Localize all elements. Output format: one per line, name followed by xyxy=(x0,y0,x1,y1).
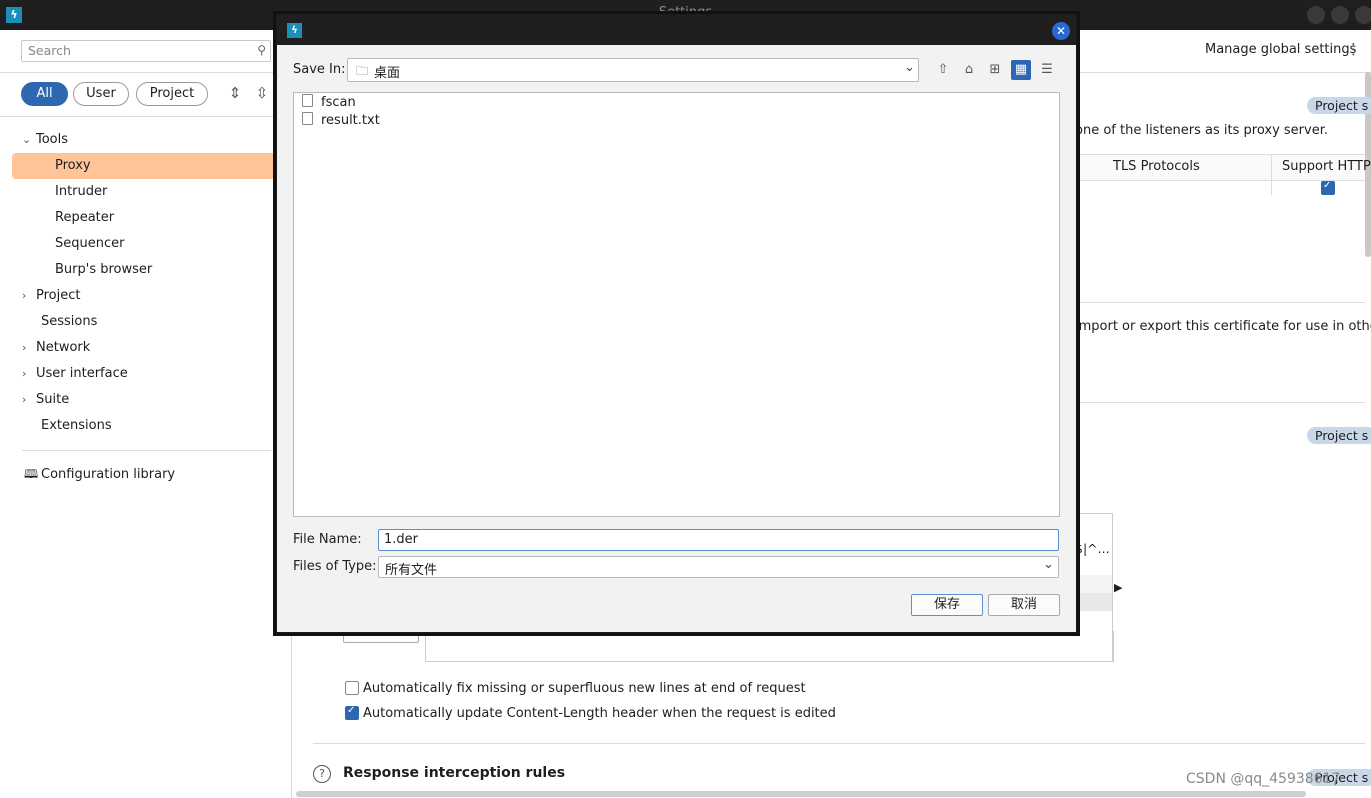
http2-checkbox[interactable] xyxy=(1321,180,1335,195)
chevron-right-icon: › xyxy=(22,289,27,302)
update-content-length-label: Automatically update Content-Length head… xyxy=(363,706,836,721)
manage-global-settings-link[interactable]: Manage global settings xyxy=(1205,42,1356,57)
divider xyxy=(0,116,291,117)
close-icon[interactable]: ✕ xyxy=(1052,22,1070,40)
search-field[interactable]: Search ⚲ xyxy=(21,40,271,62)
chevron-down-icon: ⌄ xyxy=(22,133,32,146)
tree-item-repeater[interactable]: Repeater xyxy=(55,205,114,231)
certificate-description: import or export this certificate for us… xyxy=(1075,319,1371,334)
tree-item-network[interactable]: › Network xyxy=(22,335,90,361)
maximize-button[interactable] xyxy=(1331,6,1349,24)
filter-user-button[interactable]: User xyxy=(73,82,129,106)
chevron-down-icon: ⌄ xyxy=(904,60,915,75)
tree-item-project[interactable]: › Project xyxy=(22,283,80,309)
close-window-button[interactable] xyxy=(1355,6,1371,24)
tree-item-intruder[interactable]: Intruder xyxy=(55,179,107,205)
filter-all-button[interactable]: All xyxy=(21,82,68,106)
folder-icon: 🗀 xyxy=(356,64,369,78)
project-setting-badge: Project s xyxy=(1307,97,1371,114)
file-list[interactable]: fscan result.txt xyxy=(293,92,1060,517)
divider xyxy=(313,743,1365,744)
tree-item-burp-browser[interactable]: Burp's browser xyxy=(55,257,152,283)
cancel-button[interactable]: 取消 xyxy=(988,594,1060,616)
file-type-value: 所有文件 xyxy=(385,563,438,578)
tooltip-arrow-icon: ▶ xyxy=(1114,581,1123,594)
collapse-all-icon[interactable]: ⇳ xyxy=(254,84,270,102)
help-icon[interactable]: ? xyxy=(313,765,331,783)
file-item[interactable]: result.txt xyxy=(302,112,380,130)
tree-item-user-interface[interactable]: › User interface xyxy=(22,361,128,387)
chevron-right-icon: › xyxy=(22,341,27,354)
book-icon: 🕮 xyxy=(24,467,39,481)
tree-item-tools[interactable]: ⌄ Tools xyxy=(22,127,68,153)
divider xyxy=(22,450,271,451)
chevron-down-icon: ⌄ xyxy=(1043,557,1054,572)
horizontal-scrollbar[interactable] xyxy=(296,791,1306,797)
file-type-select[interactable]: 所有文件 ⌄ xyxy=(378,556,1059,578)
search-icon: ⚲ xyxy=(257,43,266,57)
details-view-icon[interactable]: ☰ xyxy=(1037,60,1057,80)
save-in-label: Save In: xyxy=(293,62,346,77)
dialog-titlebar: ϟ ✕ xyxy=(277,15,1076,45)
column-support-http2[interactable]: Support HTTP/ xyxy=(1282,159,1371,174)
rule-match-cell: $|^... xyxy=(1075,541,1110,556)
column-divider xyxy=(1271,155,1272,195)
minimize-button[interactable] xyxy=(1307,6,1325,24)
update-content-length-checkbox[interactable] xyxy=(345,705,359,720)
rule-row[interactable] xyxy=(1075,593,1112,611)
tree-item-suite[interactable]: › Suite xyxy=(22,387,69,413)
selected-item-highlight xyxy=(12,153,274,179)
tree-item-sessions[interactable]: Sessions xyxy=(41,309,97,335)
up-folder-icon[interactable]: ⇧ xyxy=(933,60,953,80)
project-setting-badge: Project s xyxy=(1307,427,1371,444)
response-interception-heading: Response interception rules xyxy=(343,765,566,781)
divider xyxy=(1075,302,1365,303)
save-in-select[interactable]: 🗀 桌面 ⌄ xyxy=(347,58,919,82)
rule-row[interactable] xyxy=(1075,575,1112,593)
filter-project-button[interactable]: Project xyxy=(136,82,208,106)
file-type-label: Files of Type: xyxy=(293,559,377,574)
divider xyxy=(1075,402,1365,403)
fix-newlines-label: Automatically fix missing or superfluous… xyxy=(363,681,806,696)
file-name-label: File Name: xyxy=(293,532,362,547)
watermark: CSDN @qq_45938617 xyxy=(1186,771,1341,787)
file-item[interactable]: fscan xyxy=(302,94,356,112)
divider xyxy=(0,72,291,73)
file-icon xyxy=(302,112,313,125)
file-name-input[interactable]: 1.der xyxy=(384,532,418,547)
save-file-dialog: ϟ ✕ Save In: 🗀 桌面 ⌄ ⇧ ⌂ ⊞ ▦ ☰ fscan resu… xyxy=(276,14,1077,633)
tree-item-configuration-library[interactable]: 🕮 Configuration library xyxy=(24,461,175,487)
file-name-field[interactable]: 1.der xyxy=(378,529,1059,551)
rules-table xyxy=(425,631,1114,662)
file-icon xyxy=(302,94,313,107)
chevron-right-icon: › xyxy=(22,393,27,406)
listeners-description: one of the listeners as its proxy server… xyxy=(1075,123,1328,138)
save-in-value: 桌面 xyxy=(374,66,401,81)
tree-item-proxy[interactable]: Proxy xyxy=(55,153,91,179)
column-tls-protocols[interactable]: TLS Protocols xyxy=(1113,159,1200,174)
expand-all-icon[interactable]: ⇕ xyxy=(227,84,243,102)
new-folder-icon[interactable]: ⊞ xyxy=(985,60,1005,80)
list-view-icon[interactable]: ▦ xyxy=(1011,60,1031,80)
tree-item-extensions[interactable]: Extensions xyxy=(41,413,112,439)
search-input[interactable]: Search xyxy=(28,43,71,58)
save-button[interactable]: 保存 xyxy=(911,594,983,616)
fix-newlines-checkbox[interactable] xyxy=(345,681,359,695)
tree-item-sequencer[interactable]: Sequencer xyxy=(55,231,124,257)
burp-logo-icon: ϟ xyxy=(287,23,302,38)
home-icon[interactable]: ⌂ xyxy=(959,60,979,80)
more-options-icon[interactable]: ⋮ xyxy=(1346,40,1361,58)
chevron-right-icon: › xyxy=(22,367,27,380)
